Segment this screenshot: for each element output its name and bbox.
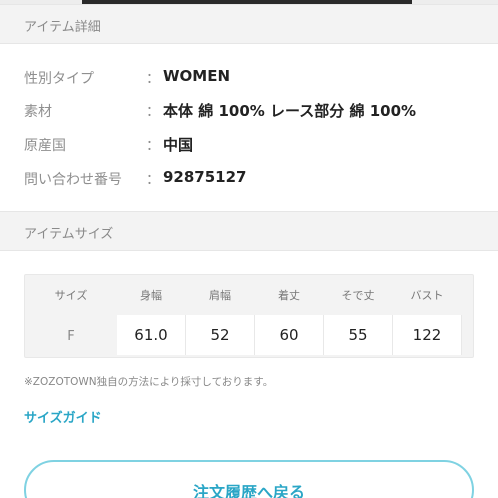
size-table-header: 肩幅 <box>209 289 231 302</box>
measurement-note: ※ZOZOTOWN独自の方法により採寸しております。 <box>24 376 274 388</box>
size-table-header: バスト <box>410 289 444 302</box>
size-table: サイズ 身幅 肩幅 着丈 そで丈 バスト F 61.0 52 60 55 122 <box>24 274 474 358</box>
item-size-header: アイテムサイズ <box>0 211 498 251</box>
size-table-cell: 52 <box>186 315 255 355</box>
detail-value: 92875127 <box>163 168 247 186</box>
size-table-header: サイズ <box>54 289 88 302</box>
size-guide-link[interactable]: サイズガイド <box>24 407 102 426</box>
size-table-cell: 60 <box>255 315 324 355</box>
back-to-order-history-button[interactable]: 注文履歴へ戻る <box>24 460 474 498</box>
item-detail-header-title: アイテム詳細 <box>24 20 101 35</box>
detail-label: 問い合わせ番号 <box>24 172 122 188</box>
item-detail-header: アイテム詳細 <box>0 4 498 44</box>
detail-value: 中国 <box>163 136 194 154</box>
detail-label: 素材 <box>24 104 52 120</box>
detail-row-inquiry-number: 問い合わせ番号 ： 92875127 <box>0 166 498 190</box>
size-table-header: 着丈 <box>278 289 300 302</box>
detail-row-gender: 性別タイプ ： WOMEN <box>0 65 498 89</box>
detail-value: 本体 綿 100% レース部分 綿 100% <box>163 102 417 120</box>
back-button-label: 注文履歴へ戻る <box>192 483 305 498</box>
size-table-cell-size: F <box>67 329 75 344</box>
size-table-cell: 55 <box>324 315 393 355</box>
detail-colon: ： <box>146 172 160 188</box>
size-table-cell: 122 <box>393 315 462 355</box>
detail-label: 原産国 <box>24 138 66 154</box>
detail-value: WOMEN <box>163 67 231 85</box>
size-table-header: 身幅 <box>140 289 162 302</box>
size-table-cell: 61.0 <box>117 315 186 355</box>
detail-colon: ： <box>146 71 160 87</box>
item-size-header-title: アイテムサイズ <box>24 227 114 242</box>
detail-row-material: 素材 ： 本体 綿 100% レース部分 綿 100% <box>0 98 498 122</box>
detail-label: 性別タイプ <box>24 71 94 87</box>
size-table-header: そで丈 <box>341 289 375 302</box>
detail-row-origin: 原産国 ： 中国 <box>0 132 498 156</box>
detail-colon: ： <box>146 104 160 120</box>
detail-colon: ： <box>146 138 160 154</box>
